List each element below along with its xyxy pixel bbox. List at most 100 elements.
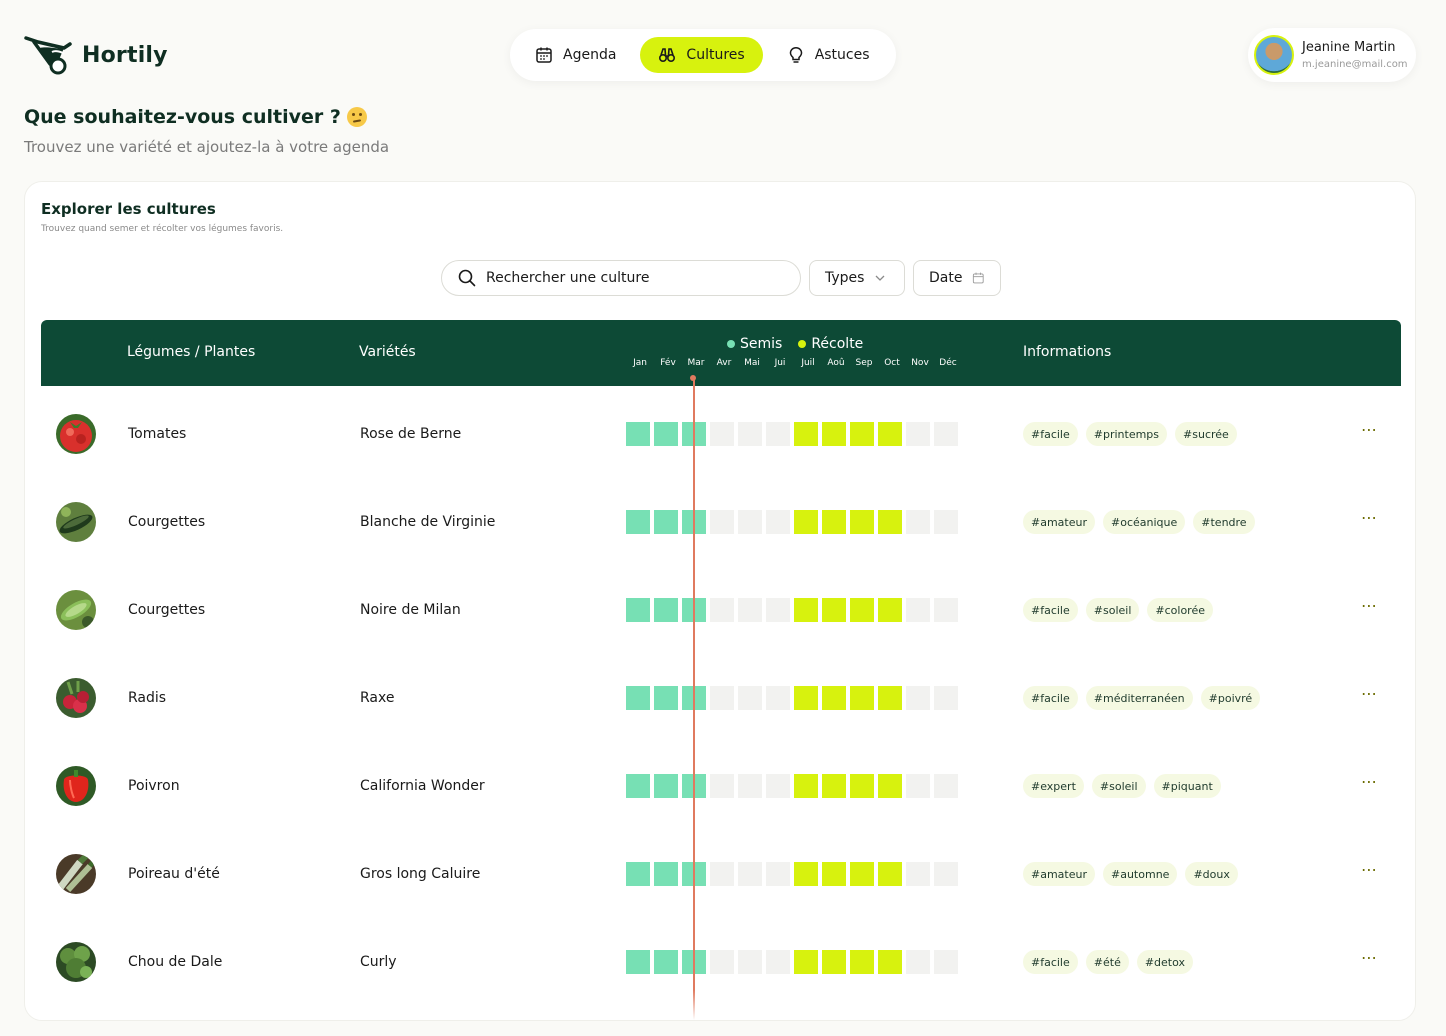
tag[interactable]: #amateur	[1023, 862, 1095, 886]
tag[interactable]: #printemps	[1085, 422, 1168, 446]
harvest-cell	[878, 774, 902, 798]
tag-list: #amateur #océanique #tendre	[1023, 510, 1255, 534]
more-options-icon[interactable]: ⋯	[1361, 772, 1378, 791]
table-row[interactable]: Courgettes Noire de Milan #facile #soleil…	[41, 566, 1401, 654]
nav-agenda[interactable]: Agenda	[517, 37, 634, 73]
tag[interactable]: #expert	[1023, 774, 1084, 798]
empty-cell	[906, 774, 930, 798]
more-options-icon[interactable]: ⋯	[1361, 420, 1378, 439]
tag[interactable]: #soleil	[1085, 598, 1140, 622]
table-row[interactable]: Courgettes Blanche de Virginie #amateur #…	[41, 478, 1401, 566]
brand-logo[interactable]: Hortily	[24, 34, 168, 76]
tag[interactable]: #facile	[1023, 598, 1078, 622]
explorer-title: Explorer les cultures	[41, 200, 216, 218]
more-options-icon[interactable]: ⋯	[1361, 948, 1378, 967]
sowing-cell	[654, 862, 678, 886]
tag[interactable]: #facile	[1023, 950, 1078, 974]
tag[interactable]: #automne	[1103, 862, 1178, 886]
harvest-cell	[822, 598, 846, 622]
zucchini-thumbnail	[56, 502, 96, 542]
brand-name: Hortily	[82, 42, 168, 68]
empty-cell	[738, 774, 762, 798]
harvest-cell	[794, 950, 818, 974]
table-row[interactable]: Tomates Rose de Berne #facile #printemps #…	[41, 390, 1401, 478]
harvest-cell	[794, 862, 818, 886]
empty-cell	[934, 510, 958, 534]
tag[interactable]: #méditerranéen	[1085, 686, 1193, 710]
tag-list: #facile #soleil #colorée	[1023, 598, 1213, 622]
tag[interactable]: #piquant	[1153, 774, 1221, 798]
tag[interactable]: #sucrée	[1175, 422, 1237, 446]
table-row[interactable]: Poireau d'été Gros long Caluire #amateur…	[41, 830, 1401, 918]
variety-name: Blanche de Virginie	[360, 514, 496, 530]
growing-calendar	[626, 510, 958, 534]
column-variety[interactable]: Variétés	[359, 344, 416, 360]
growing-calendar	[626, 422, 958, 446]
sowing-cell	[626, 862, 650, 886]
tag[interactable]: #poivré	[1200, 686, 1261, 710]
search-input[interactable]: Rechercher une culture	[441, 260, 801, 296]
tag[interactable]: #detox	[1136, 950, 1194, 974]
harvest-cell	[794, 422, 818, 446]
tag[interactable]: #soleil	[1091, 774, 1146, 798]
growing-calendar	[626, 598, 958, 622]
nav-astuces[interactable]: Astuces	[769, 37, 888, 73]
more-options-icon[interactable]: ⋯	[1361, 684, 1378, 703]
empty-cell	[906, 862, 930, 886]
thinking-face-icon	[346, 107, 367, 127]
growing-calendar	[626, 862, 958, 886]
sowing-cell	[626, 422, 650, 446]
page-subtitle: Trouvez une variété et ajoutez-la à votr…	[24, 138, 390, 156]
column-plant[interactable]: Légumes / Plantes	[127, 344, 255, 360]
tag-list: #facile #printemps #sucrée	[1023, 422, 1237, 446]
more-options-icon[interactable]: ⋯	[1361, 860, 1378, 879]
explorer-subtitle: Trouvez quand semer et récolter vos légu…	[41, 224, 284, 234]
more-options-icon[interactable]: ⋯	[1361, 508, 1378, 527]
harvest-cell	[794, 510, 818, 534]
sowing-cell	[654, 686, 678, 710]
harvest-cell	[822, 510, 846, 534]
empty-cell	[934, 774, 958, 798]
tag[interactable]: #facile	[1023, 686, 1078, 710]
tag[interactable]: #colorée	[1147, 598, 1213, 622]
empty-cell	[906, 510, 930, 534]
main-nav: Agenda Cultures Astuces	[510, 29, 896, 81]
tomato-thumbnail	[56, 414, 96, 454]
binoculars-icon	[659, 48, 676, 63]
harvest-cell	[850, 598, 874, 622]
tag[interactable]: #été	[1085, 950, 1129, 974]
month-label: Mai	[744, 358, 760, 368]
nav-cultures-label: Cultures	[686, 47, 745, 63]
harvest-cell	[850, 950, 874, 974]
search-icon	[458, 269, 476, 287]
table-row[interactable]: Poivron California Wonder #expert #soleil…	[41, 742, 1401, 830]
empty-cell	[710, 950, 734, 974]
harvest-cell	[794, 774, 818, 798]
variety-name: Gros long Caluire	[360, 866, 481, 882]
variety-name: Raxe	[360, 690, 395, 706]
harvest-cell	[822, 686, 846, 710]
month-label: Juil	[801, 358, 815, 368]
plant-name: Courgettes	[128, 602, 206, 618]
tag[interactable]: #doux	[1185, 862, 1238, 886]
tag[interactable]: #tendre	[1193, 510, 1255, 534]
empty-cell	[766, 510, 790, 534]
empty-cell	[934, 686, 958, 710]
plant-name: Poivron	[128, 778, 180, 794]
tag[interactable]: #océanique	[1103, 510, 1186, 534]
sowing-cell	[654, 422, 678, 446]
harvest-cell	[850, 862, 874, 886]
calendar-icon	[536, 47, 552, 63]
harvest-cell	[794, 598, 818, 622]
tag[interactable]: #amateur	[1023, 510, 1095, 534]
more-options-icon[interactable]: ⋯	[1361, 596, 1378, 615]
types-filter[interactable]: Types	[809, 260, 905, 296]
user-profile[interactable]: Jeanine Martin m.jeanine@mail.com	[1248, 28, 1416, 82]
empty-cell	[738, 950, 762, 974]
nav-cultures[interactable]: Cultures	[640, 37, 763, 73]
column-info[interactable]: Informations	[1023, 344, 1111, 360]
sowing-cell	[654, 950, 678, 974]
tag[interactable]: #facile	[1023, 422, 1078, 446]
table-row[interactable]: Radis Raxe #facile #méditerranéen #poivré …	[41, 654, 1401, 742]
date-filter[interactable]: Date	[913, 260, 1001, 296]
